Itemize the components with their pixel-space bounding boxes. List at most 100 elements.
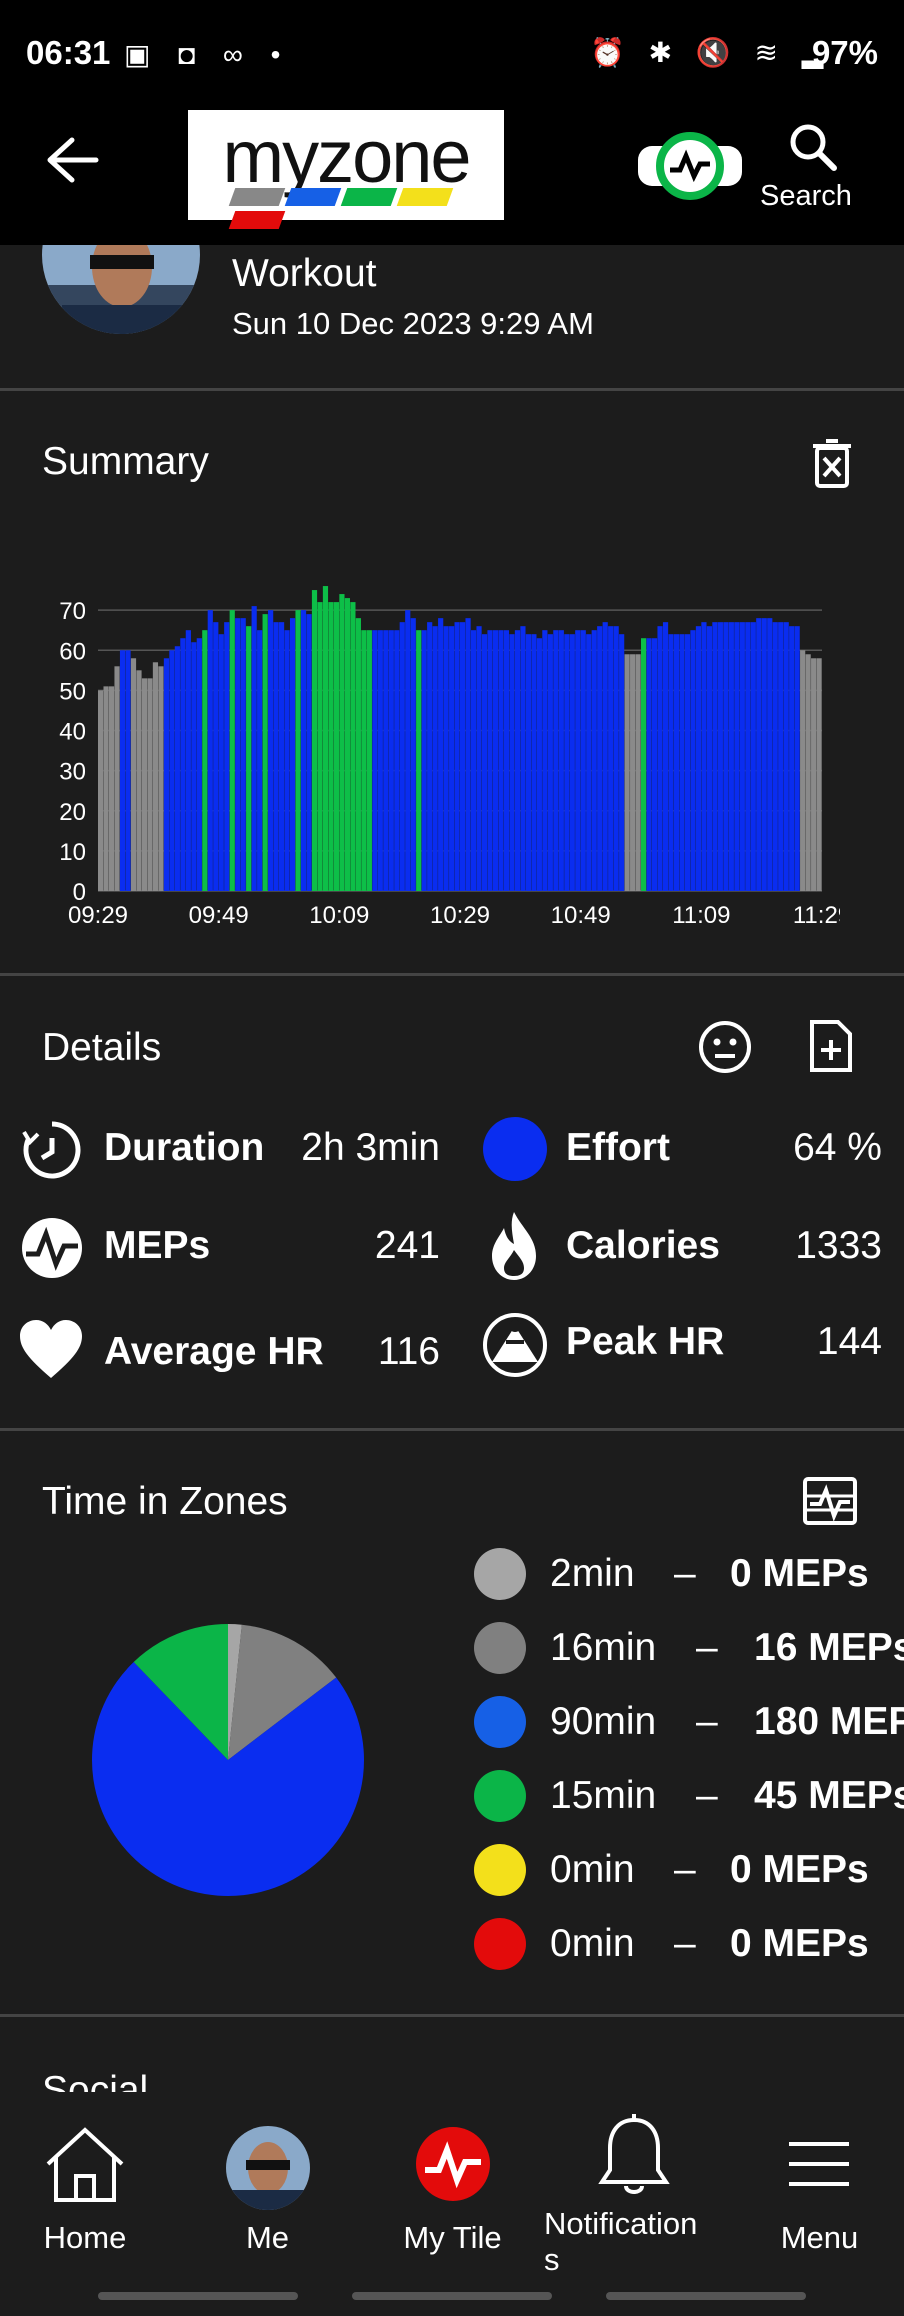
hr-bar [377, 630, 383, 891]
battery-level: 97% [811, 34, 878, 71]
calories-value: 1333 [795, 1224, 882, 1267]
myzone-logo: myzone [188, 110, 504, 229]
hr-bar [673, 634, 680, 891]
belt-sync-icon[interactable] [636, 130, 744, 202]
nav-home[interactable]: Home [0, 2104, 170, 2274]
hr-bar [750, 622, 756, 891]
nav-menu[interactable]: Menu [735, 2104, 904, 2274]
hr-bar [525, 634, 532, 891]
hr-bar [756, 618, 762, 891]
hr-bar [432, 626, 438, 891]
my-tile-pulse-icon [416, 2127, 490, 2201]
hr-bar [657, 626, 663, 891]
zone-separator: – [696, 1774, 718, 1817]
search-label[interactable]: Search [760, 180, 852, 213]
zone-meps: 45 MEPs [754, 1774, 904, 1817]
hr-bar [794, 626, 800, 891]
zone-time: 16min [550, 1626, 657, 1669]
zone-color-dot [474, 1844, 526, 1896]
zone-meps: 0 MEPs [730, 1848, 869, 1891]
zone-color-dot [474, 1696, 526, 1748]
system-nav-handle-right[interactable] [606, 2292, 806, 2300]
zone-color-dot [474, 1548, 526, 1600]
x-tick-label: 11:29 [793, 902, 840, 929]
add-note-icon[interactable] [808, 1018, 854, 1074]
hr-bar [514, 630, 521, 891]
zone-time: 0min [550, 1922, 635, 1965]
avatar[interactable] [42, 245, 200, 345]
y-tick-label: 60 [59, 638, 86, 665]
hr-bar [344, 598, 351, 891]
summary-title: Summary [42, 440, 209, 483]
chart-y-ticks: 706050403020100 [59, 598, 86, 906]
hr-bar [246, 626, 252, 891]
hr-bar [662, 622, 669, 891]
hr-bar [449, 626, 455, 891]
hr-bar [635, 654, 641, 891]
details-title: Details [42, 1026, 162, 1069]
nav-menu-label: Menu [780, 2220, 859, 2255]
effort-label: Effort [566, 1126, 670, 1169]
status-time: 06:31 [26, 34, 111, 71]
hr-bar [289, 618, 296, 891]
y-tick-label: 30 [59, 759, 86, 786]
legend-row: 16min – 16 MEPs [474, 1622, 904, 1678]
hr-bar [317, 602, 323, 891]
hr-bar [119, 650, 126, 891]
zone-compare-icon[interactable] [802, 1476, 858, 1526]
zone-time: 0min [550, 1848, 635, 1891]
zone-color-dot [474, 1622, 526, 1674]
effort-dot-icon [483, 1117, 547, 1181]
hr-bar [778, 622, 784, 891]
workout-datetime: Sun 10 Dec 2023 9:29 AM [232, 306, 594, 341]
calories-flame-icon [492, 1212, 536, 1280]
duration-value: 2h 3min [301, 1126, 440, 1169]
nav-notifications[interactable]: Notification s [540, 2104, 720, 2277]
zone-time: 90min [550, 1700, 657, 1743]
hr-bar [224, 622, 230, 891]
y-tick-label: 10 [59, 839, 86, 866]
hr-bar [125, 650, 131, 891]
nav-home-label: Home [43, 2220, 127, 2255]
hr-bar [328, 602, 334, 891]
legend-row: 2min – 0 MEPs [474, 1548, 904, 1604]
x-tick-label: 11:09 [672, 902, 730, 929]
delete-workout-icon[interactable] [810, 438, 854, 490]
nav-my-tile[interactable]: My Tile [365, 2104, 540, 2274]
hr-bar [717, 622, 723, 891]
x-tick-label: 10:29 [430, 902, 490, 929]
heart-rate-chart: 706050403020100 09:29 09:49 10:09 10:29 10:4… [59, 586, 840, 929]
nav-me[interactable]: Me [180, 2104, 355, 2274]
back-arrow-icon[interactable] [44, 134, 102, 186]
search-icon[interactable] [786, 120, 840, 174]
hr-bar [734, 622, 740, 891]
hr-bar [651, 638, 658, 891]
zone-meps: 16 MEPs [754, 1626, 904, 1669]
hr-bar [728, 622, 734, 891]
legend-row: 15min – 45 MEPs [474, 1770, 904, 1826]
hr-bar [207, 610, 213, 891]
nav-me-label: Me [245, 2220, 290, 2255]
duration-clock-icon [22, 1121, 81, 1179]
effort-value: 64 % [793, 1126, 882, 1169]
zone-meps: 0 MEPs [730, 1922, 869, 1965]
mood-face-icon[interactable] [698, 1020, 752, 1074]
hr-bar [229, 610, 235, 891]
hr-bar [816, 658, 822, 891]
system-nav-handle-center[interactable] [352, 2292, 552, 2300]
hr-bar [772, 622, 778, 891]
chart-x-ticks: 09:29 09:49 10:09 10:29 10:49 11:09 11:29 [68, 902, 840, 929]
legend-row: 0min – 0 MEPs [474, 1918, 904, 1974]
hr-bar [405, 610, 411, 891]
hr-bar [251, 606, 257, 891]
hr-bar [98, 690, 104, 891]
avatar [226, 2126, 310, 2210]
system-nav-handle-left[interactable] [98, 2292, 298, 2300]
meps-value: 241 [374, 1224, 440, 1267]
hr-bar [492, 630, 499, 891]
hr-bar [218, 634, 224, 891]
hr-bar [476, 626, 482, 891]
zone-separator: – [674, 1848, 696, 1891]
x-tick-label: 09:49 [189, 902, 249, 929]
hr-bar [811, 658, 817, 891]
